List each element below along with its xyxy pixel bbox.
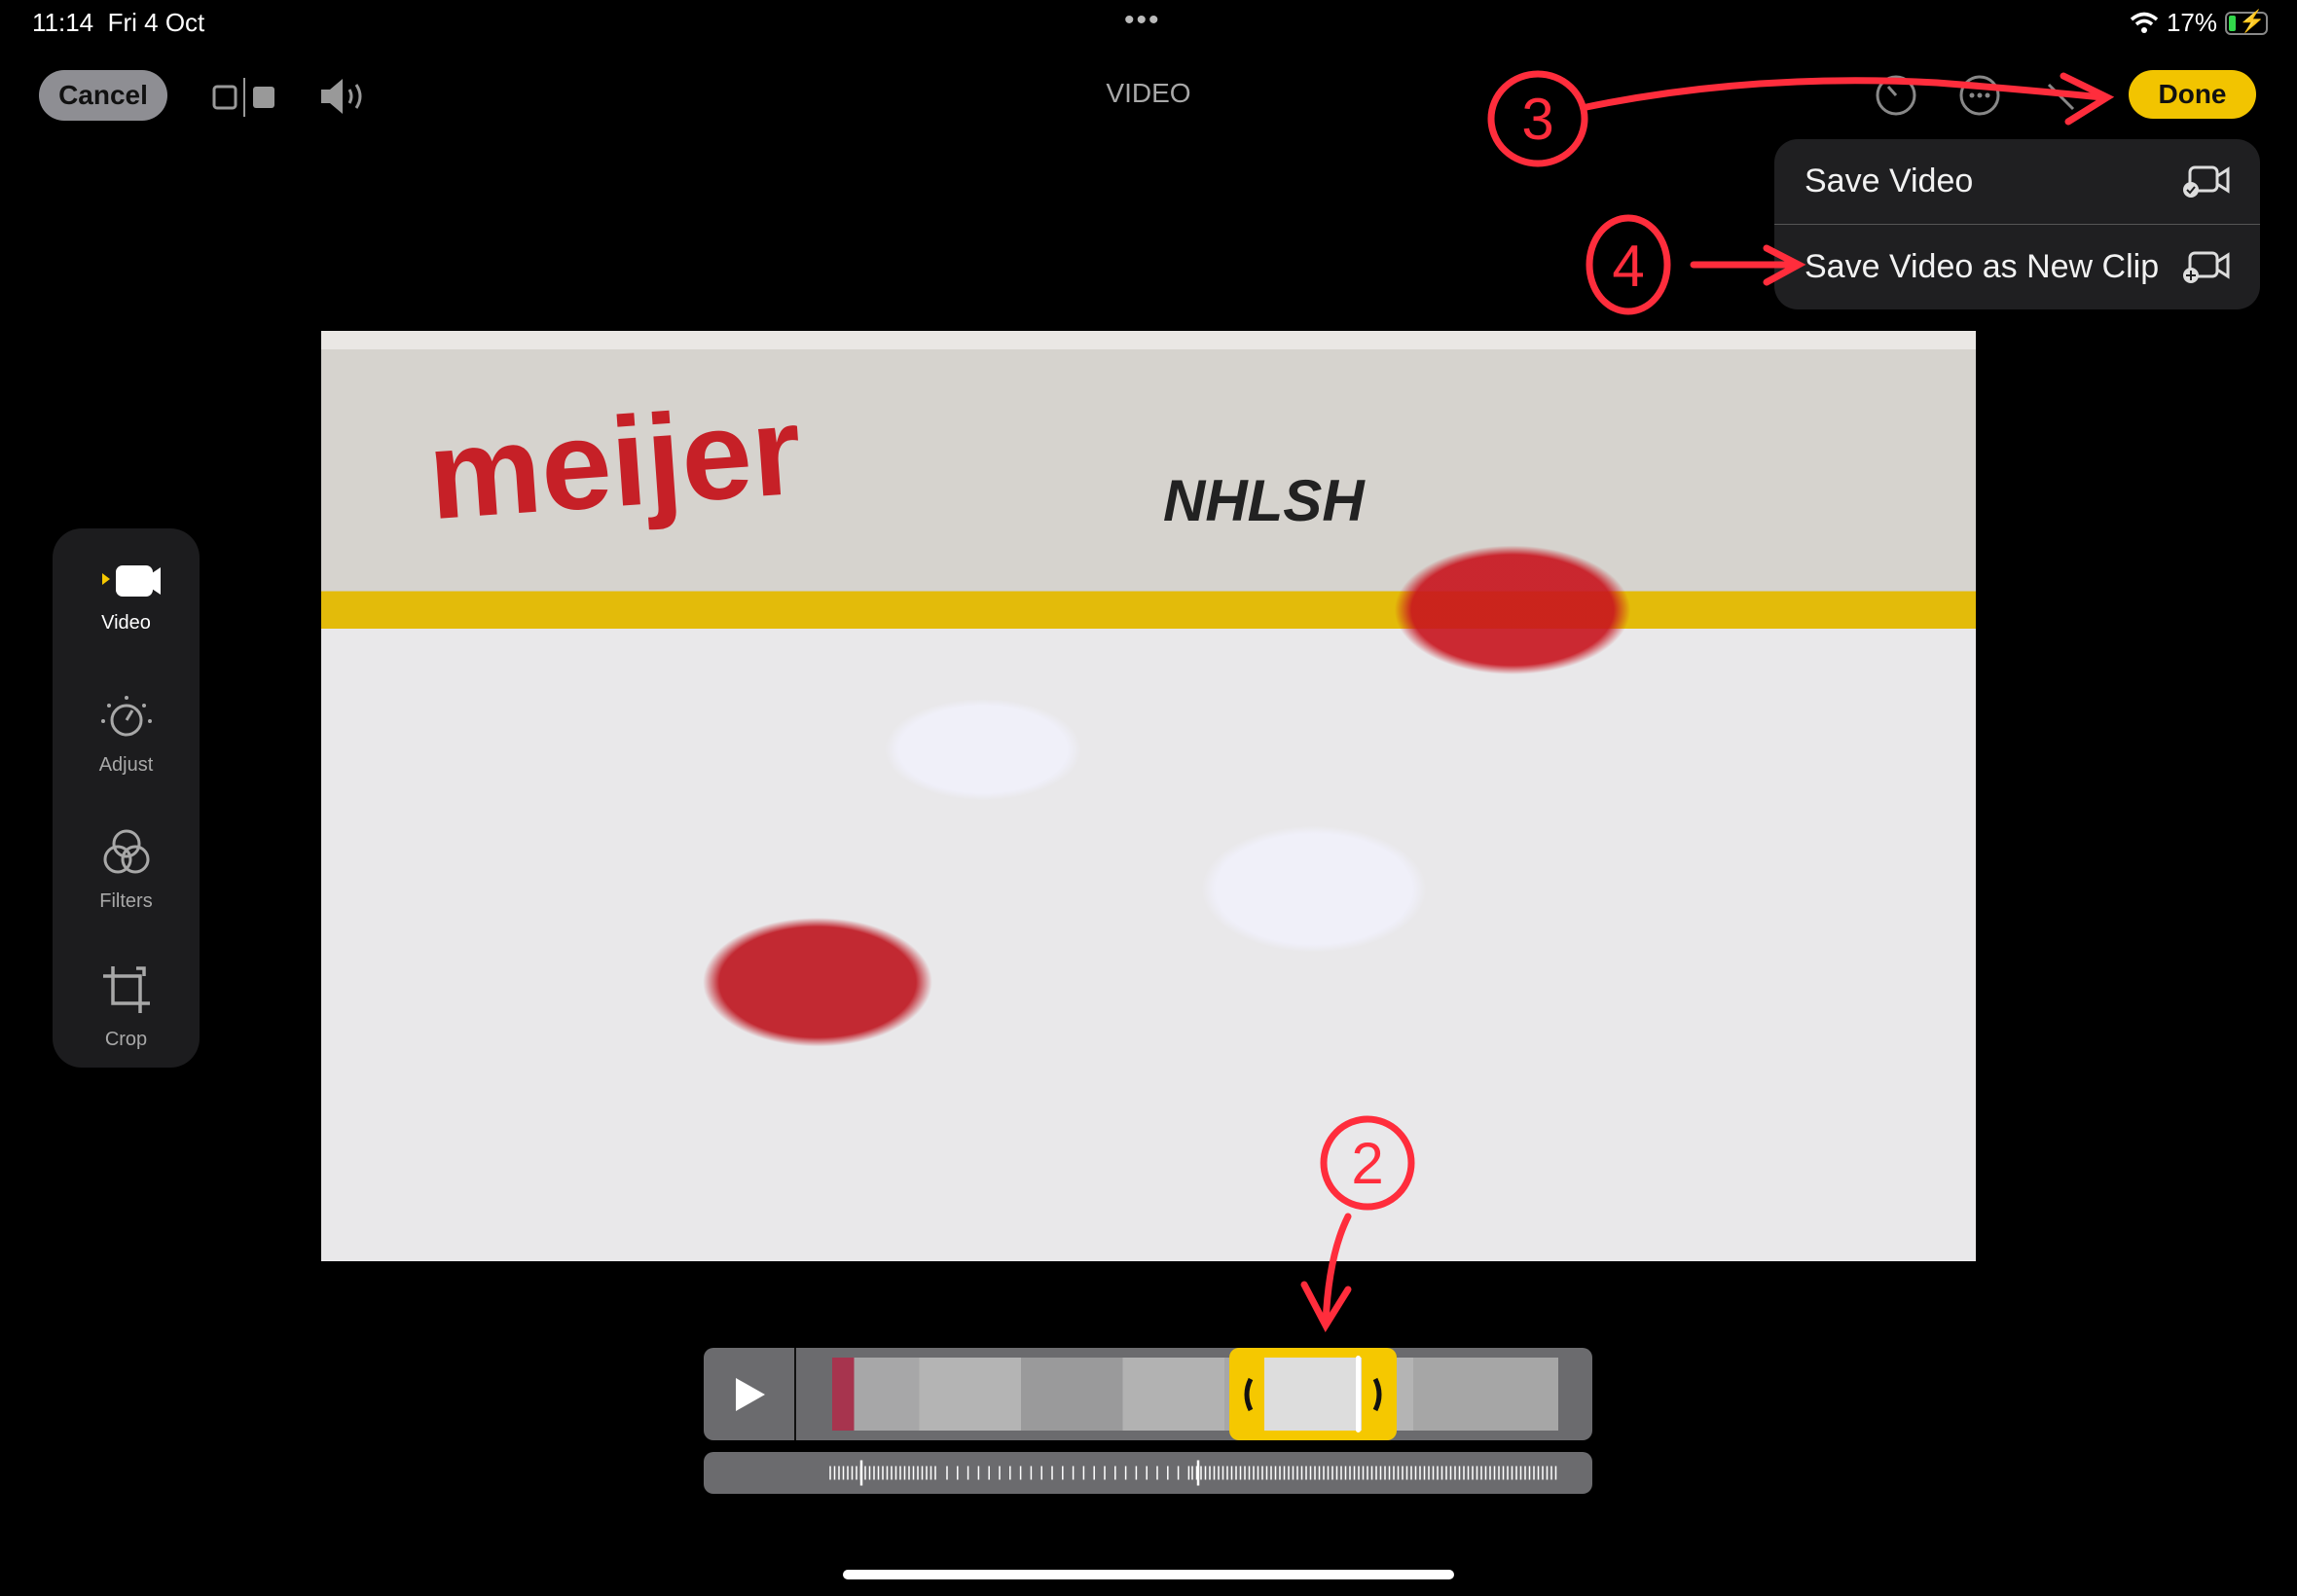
menu-item-save-new-clip[interactable]: Save Video as New Clip	[1774, 225, 2260, 309]
sidebar-item-crop[interactable]: Crop	[53, 962, 200, 1051]
filters-icon	[103, 829, 149, 874]
sidebar-item-filters[interactable]: Filters	[53, 828, 200, 913]
sidebar-item-adjust[interactable]: Adjust	[53, 694, 200, 777]
wifi-icon	[2130, 12, 2159, 33]
adjust-dial-icon	[100, 696, 152, 737]
annotation-circle-3	[1487, 70, 1588, 167]
sidebar-item-video[interactable]: Video	[53, 560, 200, 635]
annotation-arrow-3	[1583, 77, 2106, 111]
status-right: 17% ⚡	[2130, 8, 2268, 38]
menu-item-save-video[interactable]: Save Video	[1774, 139, 2260, 224]
sidebar-item-label: Video	[101, 612, 151, 634]
video-plus-icon	[2183, 251, 2230, 283]
scrubber-ticks	[829, 1460, 1557, 1486]
board-logo: meijer	[423, 378, 806, 547]
save-menu: Save Video Save Video as New Clip	[1774, 139, 2260, 309]
menu-item-label: Save Video	[1805, 163, 1974, 200]
selected-frame	[1264, 1358, 1362, 1431]
edit-sidebar: Video Adjust Filters Crop	[53, 528, 200, 1068]
date: Fri 4 Oct	[107, 8, 205, 37]
markup-icon[interactable]	[2044, 75, 2083, 116]
page-title: VIDEO	[1106, 78, 1191, 108]
time: 11:14	[32, 8, 94, 37]
sidebar-item-label: Adjust	[98, 754, 154, 776]
video-camera-icon	[101, 565, 161, 597]
menu-item-label: Save Video as New Clip	[1805, 248, 2160, 285]
video-check-icon	[2183, 165, 2230, 198]
sidebar-item-label: Filters	[99, 890, 153, 912]
speaker-icon[interactable]	[319, 76, 370, 117]
chevron-right-icon[interactable]	[1369, 1377, 1389, 1412]
done-button[interactable]: Done	[2129, 70, 2256, 119]
frame-thumbnails	[832, 1358, 1558, 1431]
scrubber[interactable]	[704, 1452, 1592, 1494]
play-icon	[735, 1377, 765, 1411]
battery-icon: ⚡	[2225, 9, 2268, 35]
crop-icon	[102, 966, 150, 1013]
annotation-circle-4	[1586, 214, 1671, 315]
video-timeline[interactable]	[704, 1348, 1592, 1440]
video-preview[interactable]: meijer NHLSH	[321, 331, 1976, 1261]
speed-icon[interactable]	[1876, 75, 1916, 116]
play-button[interactable]	[704, 1348, 796, 1440]
board-logo-2: NHLSH	[1163, 468, 1365, 533]
compare-icon[interactable]	[212, 78, 276, 117]
battery-percent: 17%	[2166, 8, 2217, 37]
cancel-button[interactable]: Cancel	[39, 70, 167, 121]
playhead[interactable]	[1356, 1356, 1361, 1433]
annotation-label-4: 4	[1612, 234, 1644, 299]
trim-handle[interactable]	[1229, 1348, 1397, 1440]
status-time: 11:14 Fri 4 Oct	[32, 8, 204, 38]
chevron-left-icon[interactable]	[1237, 1377, 1257, 1412]
more-icon[interactable]	[1959, 75, 2000, 116]
annotation-label-3: 3	[1521, 87, 1553, 152]
sidebar-item-label: Crop	[104, 1029, 148, 1050]
multitask-dots[interactable]: •••	[1124, 4, 1161, 37]
home-indicator[interactable]	[843, 1570, 1454, 1579]
